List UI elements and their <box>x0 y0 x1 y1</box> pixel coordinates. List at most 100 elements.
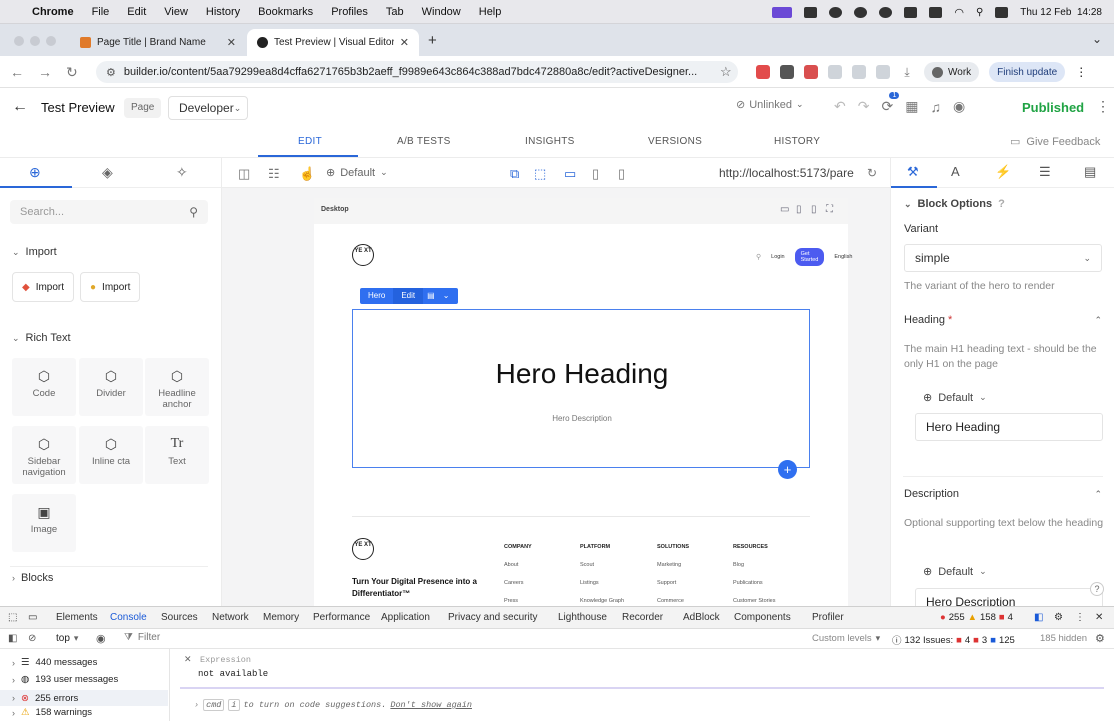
eye-icon[interactable]: ◉ <box>96 632 106 645</box>
console-counts[interactable]: ● 255 ▲ 158 ■ 4 <box>940 612 1013 623</box>
import-chrome-button[interactable]: ● Import <box>80 272 141 302</box>
footer-link[interactable]: Knowledge Graph <box>580 592 624 606</box>
tab-adblock[interactable]: AdBlock <box>683 612 720 623</box>
control-center-icon[interactable] <box>995 6 1009 18</box>
omnibox[interactable]: ⚙ builder.io/content/5aa79299ea8d4cffa62… <box>96 61 738 83</box>
console-input[interactable]: › cmd i to turn on code suggestions. Don… <box>194 699 472 711</box>
sidebar-warnings[interactable]: › ⚠ 158 warnings <box>12 707 92 718</box>
dont-show-again-link[interactable]: Don't show again <box>390 700 472 710</box>
tab-components[interactable]: Components <box>734 612 791 623</box>
tab-brand[interactable]: Page Title | Brand Name ✕ <box>70 29 246 56</box>
menu-file[interactable]: File <box>92 6 110 18</box>
menu-profiles[interactable]: Profiles <box>331 6 368 18</box>
published-button[interactable]: Published <box>1014 96 1092 120</box>
menu-window[interactable]: Window <box>422 6 461 18</box>
give-feedback-button[interactable]: ▭ Give Feedback <box>1010 135 1100 149</box>
layout-icon[interactable]: ☷ <box>268 166 280 182</box>
ai-assist-icon[interactable]: ◧ <box>1034 612 1043 623</box>
tab-recorder[interactable]: Recorder <box>622 612 663 623</box>
login-link[interactable]: Login <box>771 254 784 260</box>
fullscreen-icon[interactable]: ⛶ <box>826 204 833 215</box>
site-info-icon[interactable]: ⚙ <box>106 66 116 79</box>
tab-elements[interactable]: Elements <box>56 612 98 623</box>
footer-link[interactable]: Scout <box>580 556 624 574</box>
rich-text-section-header[interactable]: ⌄ Rich Text <box>12 332 71 344</box>
get-started-button[interactable]: Get Started <box>794 248 825 266</box>
menu-history[interactable]: History <box>206 6 240 18</box>
bookmark-star-icon[interactable]: ☆ <box>720 64 732 80</box>
interact-icon[interactable]: ☝ <box>299 166 315 182</box>
footer-link[interactable]: Publications <box>733 574 776 592</box>
select-mode-icon[interactable]: ⬚ <box>534 166 546 182</box>
tab-profiler[interactable]: Profiler <box>812 612 844 623</box>
close-expression-icon[interactable]: ✕ <box>184 654 192 665</box>
undo-icon[interactable]: ↶ <box>834 98 846 115</box>
tablet-small-icon[interactable]: ▯ <box>796 204 802 215</box>
close-tab-icon[interactable]: ✕ <box>227 36 236 49</box>
close-tab-icon[interactable]: ✕ <box>400 36 409 49</box>
sidebar-user-messages[interactable]: › ◍ 193 user messages <box>12 674 118 685</box>
app-tray-icon[interactable] <box>804 6 818 18</box>
preview-eye-icon[interactable]: ◉ <box>953 98 965 115</box>
footer-link[interactable]: Marketing <box>657 556 689 574</box>
bell-icon[interactable]: ♫ <box>930 99 941 115</box>
tab-application[interactable]: Application <box>381 612 430 623</box>
heading-input[interactable]: Hero Heading <box>915 413 1103 441</box>
back-arrow-icon[interactable]: ← <box>12 98 28 116</box>
comment-icon[interactable]: ▤ <box>423 288 439 304</box>
tab-performance[interactable]: Performance <box>313 612 370 623</box>
lightning-tab-icon[interactable]: ⚡ <box>995 164 1011 180</box>
puzzle-icon[interactable] <box>876 65 890 79</box>
zoom-window-icon[interactable] <box>46 36 56 46</box>
block-sidebar-navigation[interactable]: ⬡ Sidebar navigation <box>12 426 76 484</box>
tab-console[interactable]: Console <box>110 612 147 623</box>
footer-link[interactable]: Customer Stories <box>733 592 776 606</box>
heading-field-header[interactable]: Heading * ⌃ <box>904 314 1102 326</box>
sidebar-messages[interactable]: › ☰ 440 messages <box>12 657 97 668</box>
ai-tab-icon[interactable]: ✧ <box>176 164 188 181</box>
keyboard-a-icon[interactable] <box>904 6 918 18</box>
more-options-icon[interactable]: ⋮ <box>1096 98 1110 115</box>
download-icon[interactable]: ⤓ <box>900 65 914 79</box>
extension-badge-icon[interactable] <box>804 65 818 79</box>
inspect-icon[interactable]: ⬚ <box>8 612 17 623</box>
tools-tab-icon[interactable]: ⚒ <box>907 164 919 180</box>
console-settings-icon[interactable]: ⚙ <box>1095 632 1105 645</box>
search-tray-icon[interactable]: ⚲ <box>976 7 983 18</box>
hero-description[interactable]: Hero Description <box>353 414 811 423</box>
block-inline-cta[interactable]: ⬡ Inline cta <box>79 426 143 484</box>
close-devtools-icon[interactable]: ✕ <box>1095 612 1103 623</box>
description-field-header[interactable]: Description ⌃ <box>904 488 1102 500</box>
filter-input[interactable]: ⧩ Filter <box>124 632 160 643</box>
footer-link[interactable]: Press <box>504 592 532 606</box>
new-tab-icon[interactable]: + <box>428 32 437 49</box>
insert-tab-icon[interactable]: ⊕ <box>29 164 41 181</box>
tab-ab-tests[interactable]: A/B TESTS <box>397 136 451 147</box>
hero-heading[interactable]: Hero Heading <box>353 358 811 390</box>
reload-icon[interactable]: ↻ <box>66 64 78 81</box>
pen-extension-icon[interactable] <box>780 65 794 79</box>
code-tab-icon[interactable]: ▤ <box>1084 164 1096 180</box>
search-blocks-input[interactable]: Search... ⚲ <box>10 200 208 224</box>
footer-link[interactable]: Blog <box>733 556 776 574</box>
redo-icon[interactable]: ↷ <box>858 98 870 115</box>
more-options-icon[interactable]: ⋮ <box>1075 612 1085 623</box>
help-icon[interactable]: ? <box>998 198 1005 210</box>
preview-url[interactable]: http://localhost:5173/pare <box>719 166 854 180</box>
responsive-icon[interactable]: ⧉ <box>510 166 519 182</box>
tab-edit[interactable]: EDIT <box>298 136 322 147</box>
search-icon[interactable]: ⚲ <box>756 253 761 261</box>
levels-select[interactable]: Custom levels ▾ <box>812 633 880 644</box>
block-text[interactable]: Tr Text <box>145 426 209 484</box>
gear-tray-icon[interactable] <box>854 6 868 18</box>
battery-icon[interactable] <box>929 6 943 18</box>
help-icon[interactable]: ? <box>1090 582 1104 596</box>
block-divider[interactable]: ⬡ Divider <box>79 358 143 416</box>
footer-link[interactable]: Careers <box>504 574 532 592</box>
play-icon[interactable] <box>879 6 893 18</box>
blocks-section-header[interactable]: › Blocks <box>12 572 53 584</box>
style-tab-icon[interactable]: A <box>951 164 960 179</box>
tab-sources[interactable]: Sources <box>161 612 198 623</box>
back-icon[interactable]: ← <box>10 64 24 80</box>
desktop-icon[interactable]: ▭ <box>564 166 576 182</box>
